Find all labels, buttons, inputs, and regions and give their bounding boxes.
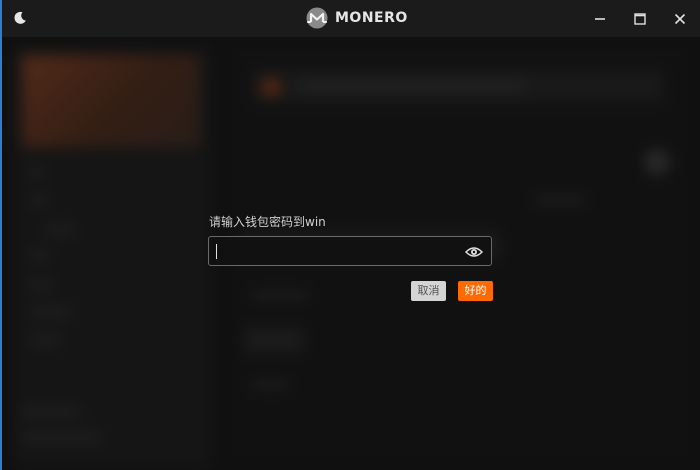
password-dialog: 请输入钱包密码到win 取消 好的 xyxy=(208,210,498,310)
brand: MONERO xyxy=(306,7,408,29)
cancel-button[interactable]: 取消 xyxy=(411,281,446,301)
app-window: MONERO 请输入钱包密码到win 取消 好的 xyxy=(0,0,700,470)
app-title: MONERO xyxy=(335,10,408,26)
close-icon[interactable] xyxy=(660,0,700,37)
ok-button[interactable]: 好的 xyxy=(458,281,493,301)
text-cursor xyxy=(216,244,217,259)
titlebar: MONERO xyxy=(0,0,700,37)
moon-icon[interactable] xyxy=(12,10,28,26)
eye-icon[interactable] xyxy=(464,244,484,258)
minimize-icon[interactable] xyxy=(580,0,620,37)
window-controls xyxy=(580,0,700,37)
password-field[interactable] xyxy=(208,236,492,266)
maximize-icon[interactable] xyxy=(620,0,660,37)
password-prompt-label: 请输入钱包密码到win xyxy=(209,215,326,229)
window-edge xyxy=(0,0,2,470)
monero-logo-icon xyxy=(306,7,328,29)
password-input[interactable] xyxy=(215,241,459,263)
